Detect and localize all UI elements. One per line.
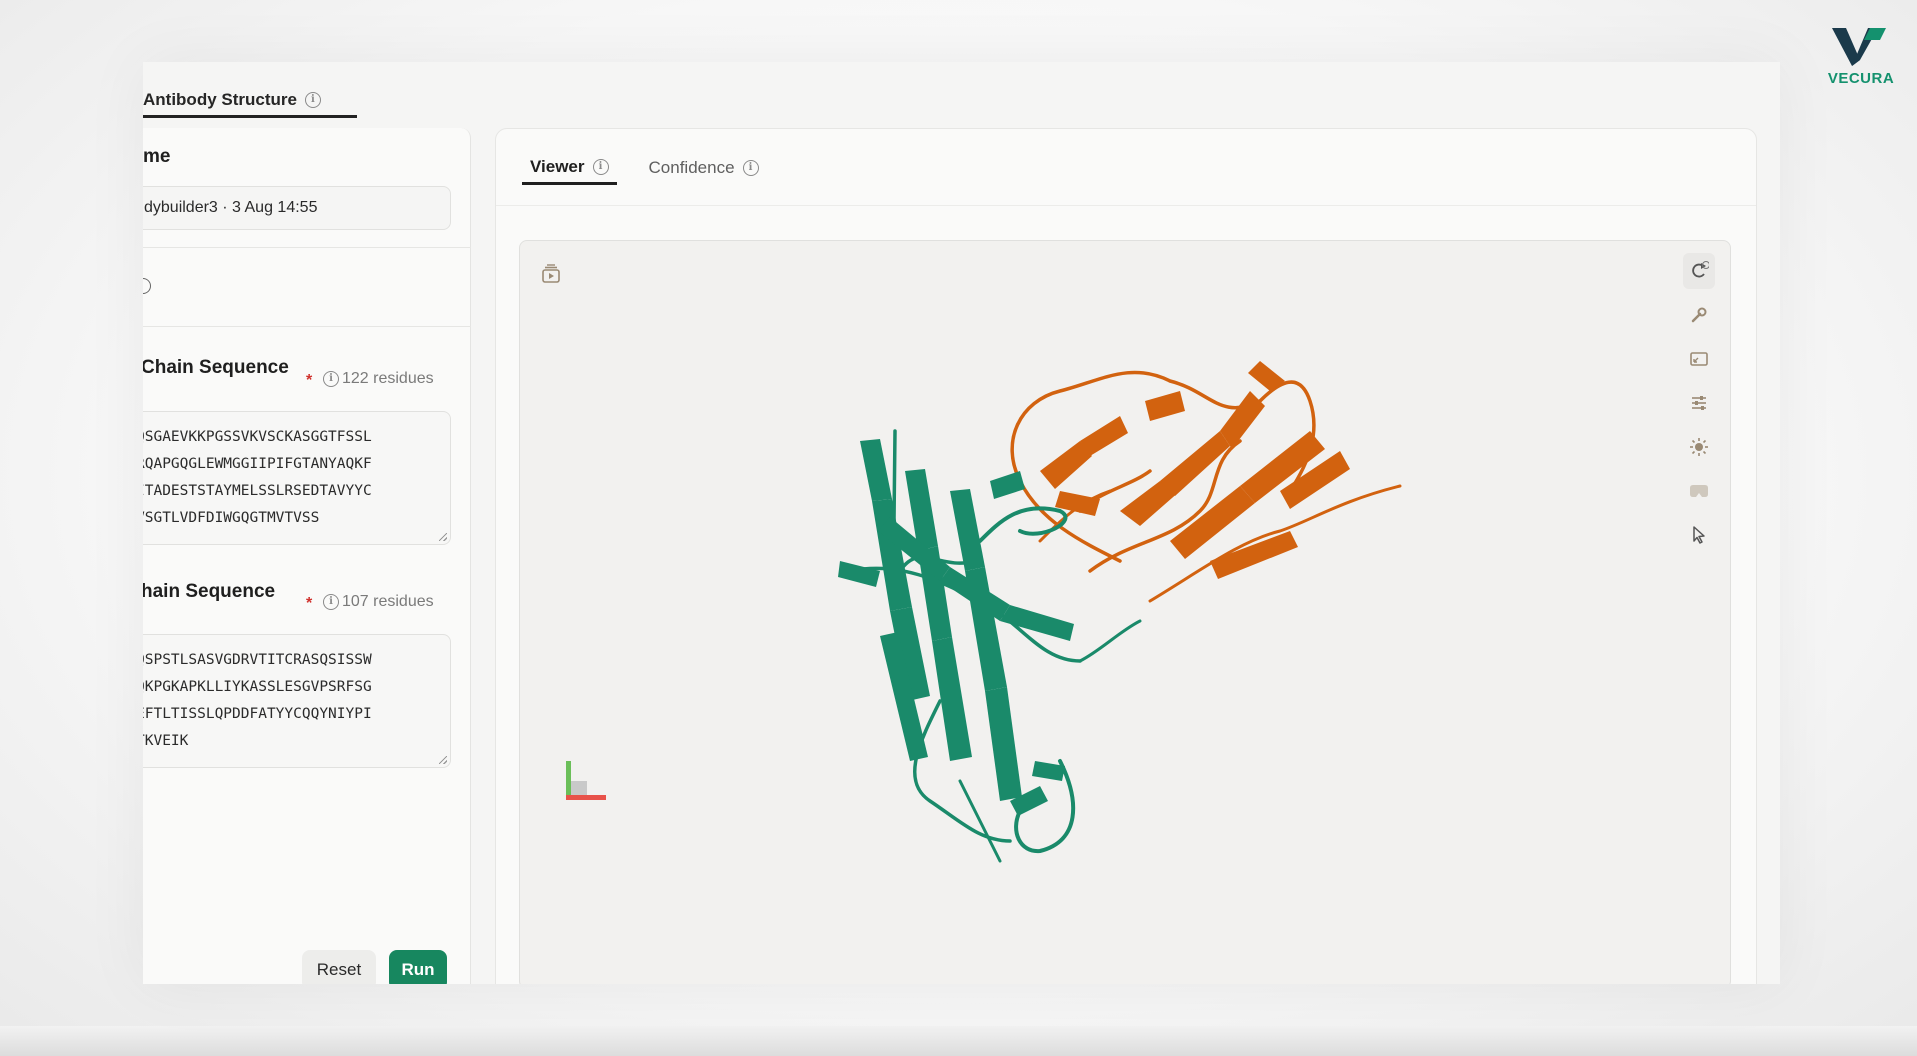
name-label: me: [143, 146, 171, 167]
residue-count-text: 122 residues: [342, 370, 434, 387]
light-residue-count: i 107 residues: [323, 593, 434, 611]
reset-button[interactable]: Reset: [302, 950, 376, 984]
tab-label: Antibody Structure: [143, 89, 297, 109]
lighting-icon[interactable]: [1683, 429, 1715, 465]
app-window: Antibody Structure i me dybuilder3 · 3 A…: [143, 62, 1780, 984]
sequence-line: QKPGKAPKLLIYKASSLESGVPSRFSG: [143, 679, 372, 695]
tab-label: Confidence: [648, 158, 735, 177]
sliders-icon[interactable]: [1683, 385, 1715, 421]
light-chain-sequence-input[interactable]: QSPSTLSASVGDRVTITCRASQSISSW QKPGKAPKLLIYK…: [143, 634, 451, 768]
sequence-line: ITADESTSTAYMELSSLRSEDTAVYYC: [143, 483, 372, 499]
resize-handle[interactable]: [439, 533, 447, 541]
viewer-panel: Viewer i Confidence i: [495, 128, 1757, 984]
job-name-input[interactable]: dybuilder3 · 3 Aug 14:55: [143, 186, 451, 230]
sequence-line: TKVEIK: [143, 733, 189, 749]
screenshot-icon[interactable]: [1683, 341, 1715, 377]
antibody-structure-render: [566, 361, 1402, 863]
info-icon[interactable]: i: [742, 160, 759, 176]
refresh-icon[interactable]: [1683, 253, 1715, 289]
input-panel: me dybuilder3 · 3 Aug 14:55 Chain Sequen…: [143, 128, 471, 984]
viewer-tabs: Viewer i Confidence i: [522, 151, 767, 185]
sequence-line: VSGTLVDFDIWGQGTMVTVSS: [143, 510, 320, 526]
info-icon[interactable]: [143, 278, 151, 294]
light-chain-label: hain Sequence: [143, 581, 276, 602]
resize-handle[interactable]: [439, 756, 447, 764]
required-mark: *: [306, 595, 313, 612]
divider: [143, 326, 471, 327]
bottom-strip: [0, 1026, 1917, 1056]
info-icon[interactable]: i: [323, 371, 339, 387]
wrench-icon[interactable]: [1683, 297, 1715, 333]
vecura-logo-icon: [1832, 28, 1886, 66]
heavy-residue-count: i 122 residues: [323, 370, 434, 388]
viewer-toolbar: [1682, 253, 1716, 553]
sequence-line: RQAPGQGLEWMGGIIPIFGTANYAQKF: [143, 456, 372, 472]
heavy-chain-label: Chain Sequence: [143, 357, 289, 378]
select-cursor-icon[interactable]: [1683, 517, 1715, 553]
run-button[interactable]: Run: [389, 950, 447, 984]
brand-logo: VECURA: [1816, 24, 1906, 100]
tab-confidence[interactable]: Confidence i: [641, 151, 767, 185]
sequence-line: QSPSTLSASVGDRVTITCRASQSISSW: [143, 652, 372, 668]
tab-label: Viewer: [530, 156, 585, 176]
tab-antibody-structure[interactable]: Antibody Structure i: [143, 84, 357, 118]
sequence-line: QSGAEVKKPGSSVKVSCKASGGTFSSL: [143, 429, 372, 445]
tab-viewer[interactable]: Viewer i: [522, 151, 617, 185]
vr-icon[interactable]: [1683, 473, 1715, 509]
info-icon[interactable]: i: [304, 91, 321, 108]
structure-viewer-canvas[interactable]: [519, 240, 1731, 984]
required-mark: *: [306, 372, 313, 389]
residue-count-text: 107 residues: [342, 593, 434, 610]
divider: [143, 247, 471, 248]
divider: [496, 205, 1756, 206]
info-icon[interactable]: i: [592, 158, 609, 175]
brand-name: VECURA: [1827, 70, 1895, 87]
axis-gizmo: [566, 761, 606, 800]
info-icon[interactable]: i: [323, 594, 339, 610]
heavy-chain-sequence-input[interactable]: QSGAEVKKPGSSVKVSCKASGGTFSSL RQAPGQGLEWMGG…: [143, 411, 451, 545]
sequence-line: EFTLTISSLQPDDFATYYCQQYNIYPI: [143, 706, 372, 722]
